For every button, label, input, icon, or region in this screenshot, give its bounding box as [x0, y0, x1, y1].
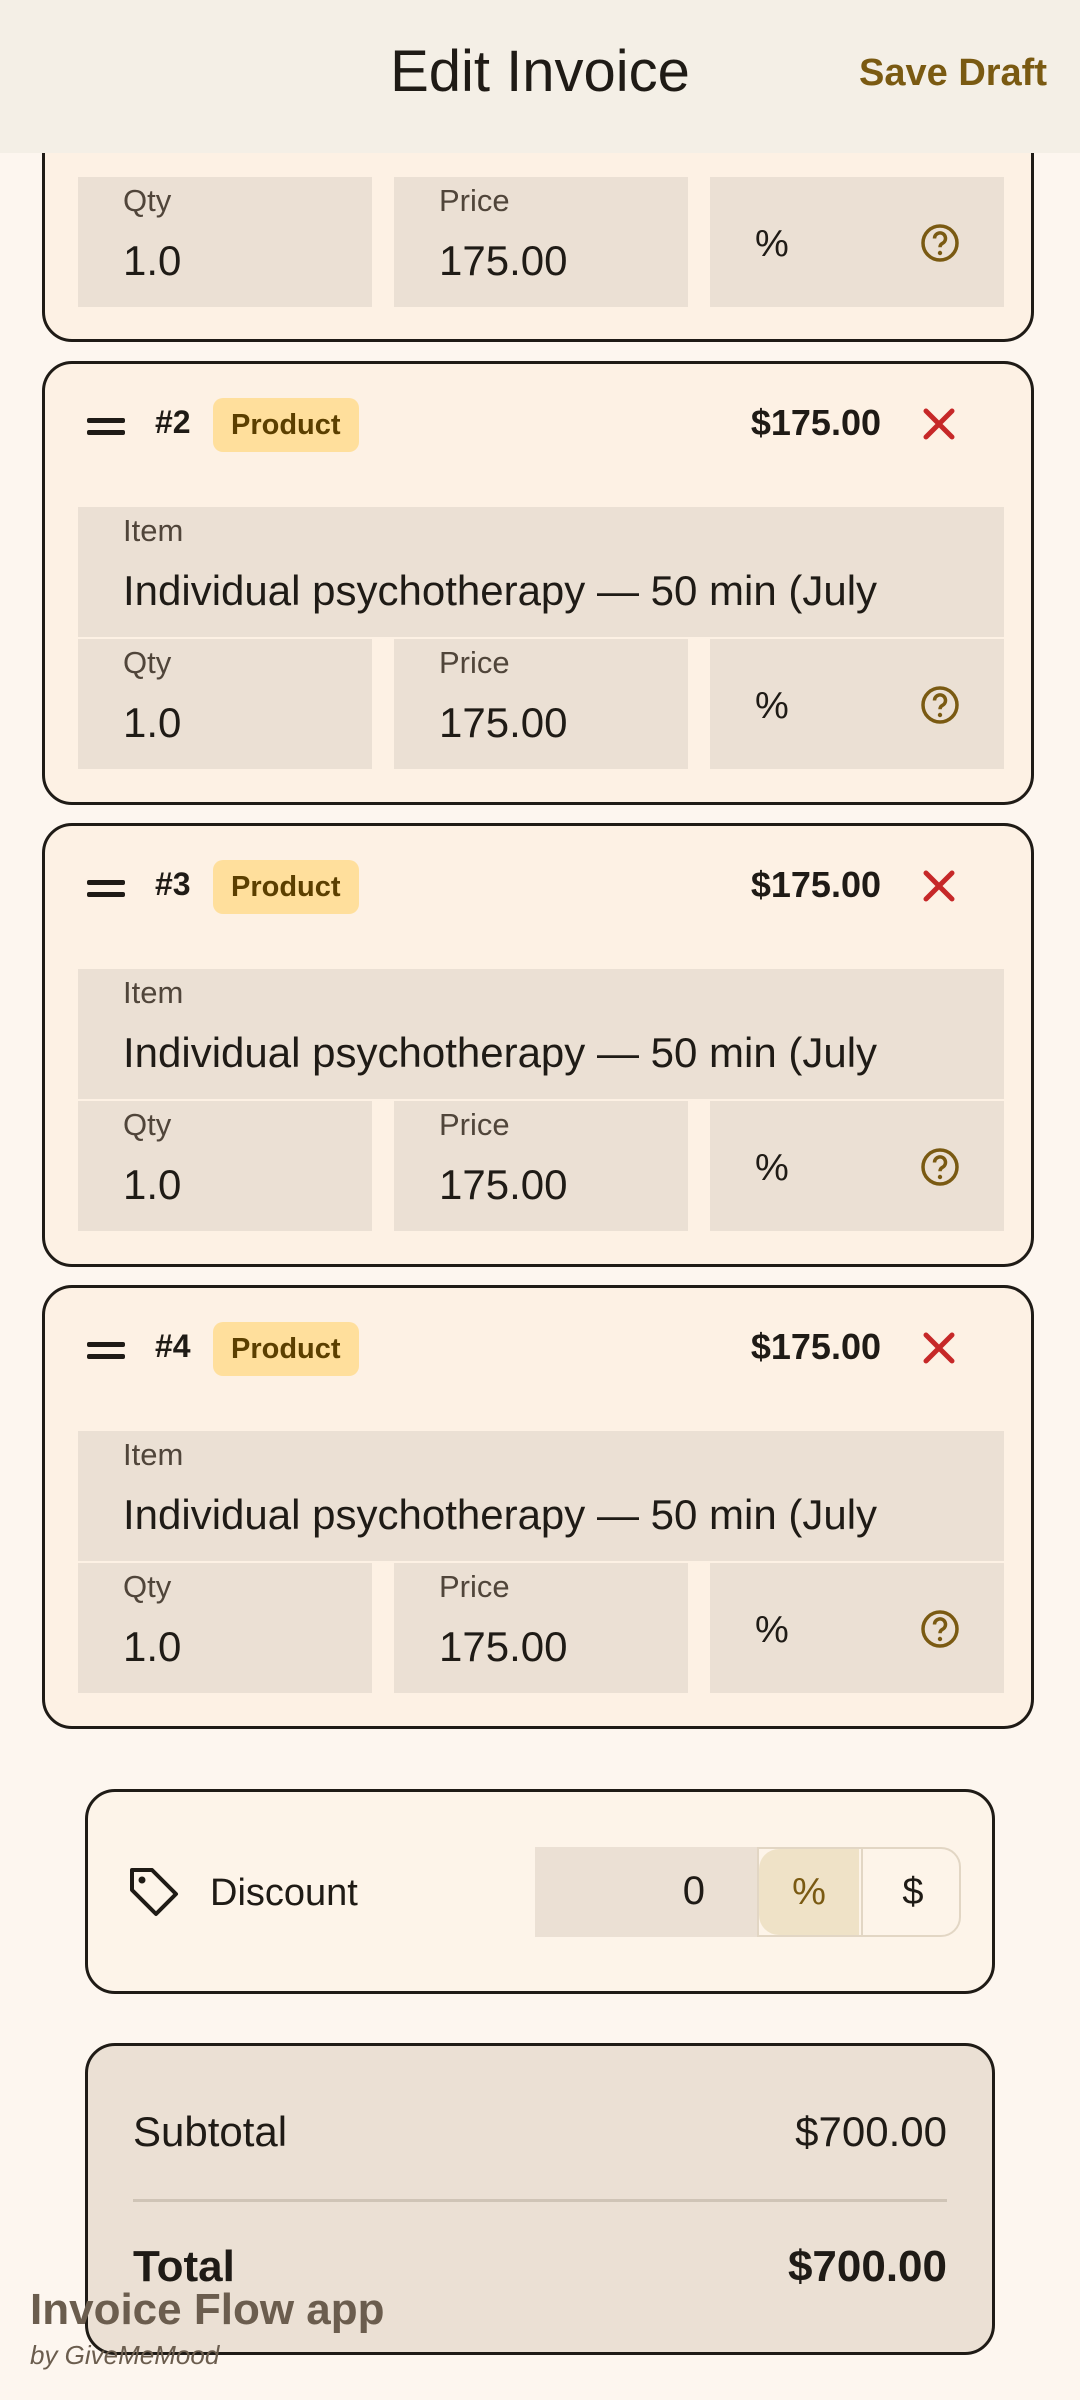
- line-discount-field[interactable]: %: [710, 639, 1004, 769]
- item-name-field[interactable]: Item Individual psychotherapy — 50 min (…: [78, 507, 1004, 637]
- drag-handle-icon[interactable]: [87, 826, 125, 946]
- qty-value: 1.0: [123, 699, 182, 746]
- price-value: 175.00: [439, 699, 568, 746]
- item-type-badge: Product: [213, 398, 359, 452]
- remove-item-icon[interactable]: [909, 394, 969, 454]
- item-number: #4: [155, 1328, 191, 1364]
- line-item-card-3: #3 Product $175.00 Item Individual psych…: [42, 823, 1034, 1267]
- qty-label: Qty: [123, 1569, 172, 1604]
- price-field[interactable]: Price 175.00: [394, 1101, 688, 1231]
- percent-suffix: %: [755, 223, 789, 265]
- percent-suffix: %: [755, 685, 789, 727]
- price-label: Price: [439, 183, 510, 218]
- item-name-field[interactable]: Item Individual psychotherapy — 50 min (…: [78, 1431, 1004, 1561]
- watermark-subtitle: by GiveMeMood: [30, 2340, 220, 2370]
- discount-value: 0: [682, 1869, 705, 1913]
- qty-value: 1.0: [123, 237, 182, 284]
- remove-item-icon[interactable]: [909, 856, 969, 916]
- line-discount-field[interactable]: %: [710, 177, 1004, 307]
- item-total: $175.00: [750, 402, 881, 443]
- price-field[interactable]: Price 175.00: [394, 639, 688, 769]
- help-icon[interactable]: [920, 1147, 960, 1187]
- qty-value: 1.0: [123, 1623, 182, 1670]
- price-value: 175.00: [439, 1623, 568, 1670]
- dollar-option-button[interactable]: $: [861, 1849, 959, 1935]
- item-total: $175.00: [750, 1326, 881, 1367]
- totals-divider: [133, 2199, 947, 2202]
- item-label: Item: [123, 1437, 184, 1472]
- qty-field[interactable]: Qty 1.0: [78, 177, 372, 307]
- item-total: $175.00: [750, 864, 881, 905]
- price-field[interactable]: Price 175.00: [394, 1563, 688, 1693]
- discount-input[interactable]: 0: [535, 1847, 757, 1937]
- discount-panel: Discount 0 % $: [85, 1789, 995, 1994]
- percent-option-button[interactable]: %: [759, 1849, 859, 1935]
- qty-value: 1.0: [123, 1161, 182, 1208]
- qty-field[interactable]: Qty 1.0: [78, 1101, 372, 1231]
- percent-suffix: %: [755, 1609, 789, 1651]
- price-label: Price: [439, 1107, 510, 1142]
- line-discount-field[interactable]: %: [710, 1101, 1004, 1231]
- total-value: $700.00: [787, 2242, 947, 2291]
- drag-handle-icon[interactable]: [87, 1288, 125, 1408]
- help-icon[interactable]: [920, 685, 960, 725]
- qty-label: Qty: [123, 645, 172, 680]
- line-discount-field[interactable]: %: [710, 1563, 1004, 1693]
- tag-icon: [130, 1868, 178, 1916]
- remove-item-icon[interactable]: [909, 1318, 969, 1378]
- item-label: Item: [123, 513, 184, 548]
- item-type-badge: Product: [213, 1322, 359, 1376]
- item-name-value: Individual psychotherapy — 50 min (July: [123, 1029, 878, 1076]
- item-name-field[interactable]: Item Individual psychotherapy — 50 min (…: [78, 969, 1004, 1099]
- item-number: #2: [155, 404, 191, 440]
- item-name-value: Individual psychotherapy — 50 min (July: [123, 1491, 878, 1538]
- item-name-value: Individual psychotherapy — 50 min (July: [123, 567, 878, 614]
- price-field[interactable]: Price 175.00: [394, 177, 688, 307]
- help-icon[interactable]: [920, 223, 960, 263]
- qty-field[interactable]: Qty 1.0: [78, 639, 372, 769]
- qty-field[interactable]: Qty 1.0: [78, 1563, 372, 1693]
- percent-suffix: %: [755, 1147, 789, 1189]
- item-type-badge: Product: [213, 860, 359, 914]
- watermark-title: Invoice Flow app: [30, 2285, 385, 2334]
- item-label: Item: [123, 975, 184, 1010]
- discount-type-toggle: % $: [757, 1847, 961, 1937]
- drag-handle-icon[interactable]: [87, 364, 125, 484]
- subtotal-value: $700.00: [795, 2108, 947, 2155]
- item-number: #3: [155, 866, 191, 902]
- save-draft-button[interactable]: Save Draft: [859, 52, 1047, 95]
- qty-label: Qty: [123, 1107, 172, 1142]
- qty-label: Qty: [123, 183, 172, 218]
- price-label: Price: [439, 645, 510, 680]
- price-label: Price: [439, 1569, 510, 1604]
- subtotal-label: Subtotal: [133, 2108, 288, 2155]
- help-icon[interactable]: [920, 1609, 960, 1649]
- price-value: 175.00: [439, 237, 568, 284]
- price-value: 175.00: [439, 1161, 568, 1208]
- line-item-card-4: #4 Product $175.00 Item Individual psych…: [42, 1285, 1034, 1729]
- line-item-card-2: #2 Product $175.00 Item Individual psych…: [42, 361, 1034, 805]
- discount-label: Discount: [210, 1872, 358, 1914]
- top-app-bar: Edit Invoice Save Draft: [0, 0, 1080, 153]
